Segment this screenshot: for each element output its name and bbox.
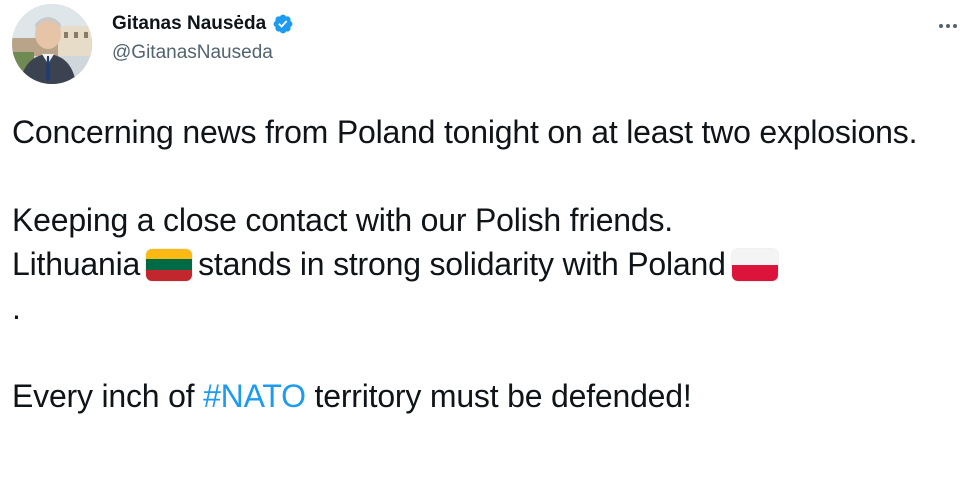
more-dot — [953, 24, 957, 28]
author-handle[interactable]: @GitanasNauseda — [112, 41, 294, 65]
tweet-header: Gitanas Nausėda @GitanasNauseda — [12, 4, 968, 84]
tweet-line-3-end: . — [12, 290, 21, 326]
avatar[interactable] — [12, 4, 92, 84]
author-names: Gitanas Nausėda @GitanasNauseda — [112, 12, 294, 65]
display-name[interactable]: Gitanas Nausėda — [112, 12, 266, 36]
tweet-line-2: Keeping a close contact with our Polish … — [12, 202, 673, 238]
more-options-button[interactable] — [930, 16, 966, 36]
tweet-line-4a: Every inch of — [12, 378, 195, 414]
tweet-paragraph-1: Concerning news from Poland tonight on a… — [12, 114, 918, 150]
profile-photo-icon — [12, 4, 92, 84]
tweet-text: Concerning news from Poland tonight on a… — [12, 110, 972, 418]
tweet-line-3a: Lithuania — [12, 246, 141, 282]
more-dot — [946, 24, 950, 28]
hashtag-link[interactable]: #NATO — [203, 378, 306, 414]
tweet-paragraph-2: Keeping a close contact with our Polish … — [12, 198, 972, 330]
tweet-card: Gitanas Nausėda @GitanasNauseda Concerni… — [0, 0, 978, 491]
lithuania-flag-icon — [146, 248, 193, 281]
tweet-line-3b: stands in strong solidarity with Poland — [198, 246, 726, 282]
verified-badge-icon — [272, 13, 294, 35]
poland-flag-icon — [731, 248, 778, 281]
tweet-paragraph-3: Every inch of #NATO territory must be de… — [12, 374, 972, 418]
more-dots-icon — [939, 24, 943, 28]
tweet-line-4b: territory must be defended! — [314, 378, 692, 414]
display-name-row[interactable]: Gitanas Nausėda — [112, 12, 294, 36]
